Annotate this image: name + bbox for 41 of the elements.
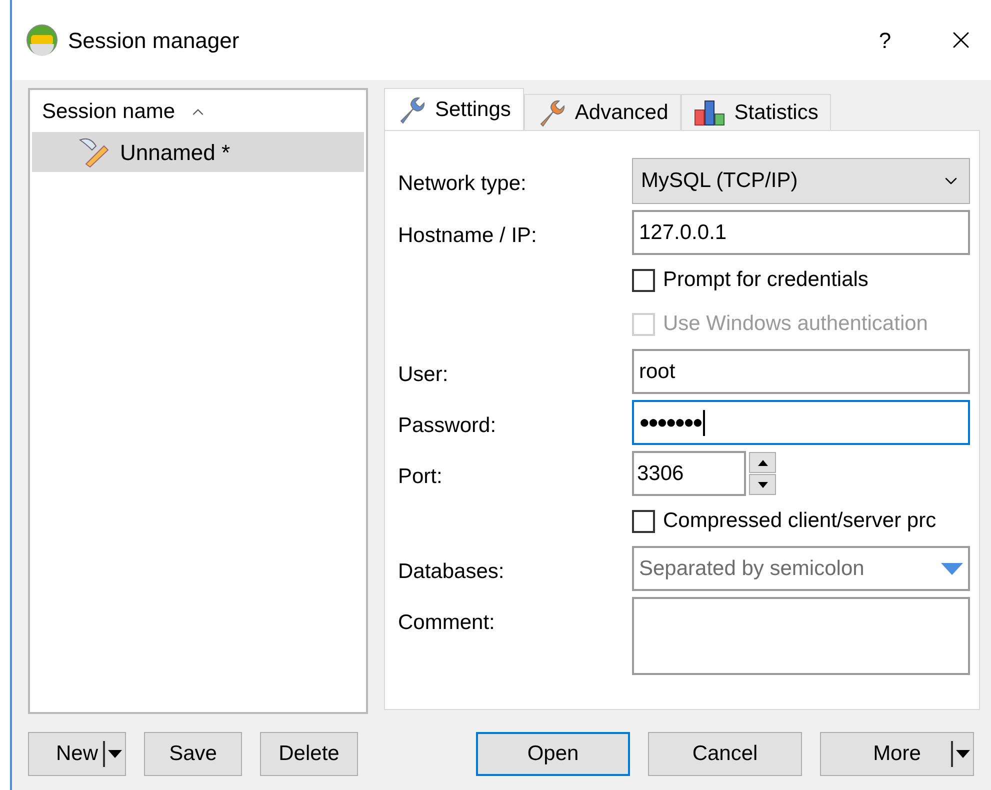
databases-field[interactable]: Separated by semicolon bbox=[632, 546, 970, 591]
field-label: Hostname / IP: bbox=[398, 223, 538, 249]
password-field[interactable]: ●●●●●●● bbox=[632, 400, 970, 445]
dialog-button[interactable]: Open bbox=[476, 732, 630, 776]
field-label: Databases: bbox=[398, 559, 506, 585]
field-label: Network type: bbox=[398, 171, 528, 197]
decrement-button[interactable] bbox=[749, 474, 776, 495]
text-field[interactable]: root bbox=[632, 349, 970, 394]
dialog-button[interactable]: Cancel bbox=[648, 732, 802, 776]
up-triangle-icon bbox=[758, 460, 768, 466]
split-button[interactable]: New bbox=[28, 732, 126, 776]
caret-down-icon bbox=[108, 750, 122, 758]
field-label: Comment: bbox=[398, 610, 496, 636]
dialog-button[interactable]: Delete bbox=[260, 732, 358, 776]
checkbox[interactable] bbox=[632, 268, 655, 292]
checkbox-label: Compressed client/server prc bbox=[663, 508, 936, 534]
split-button[interactable]: More bbox=[820, 732, 974, 776]
help-button[interactable]: ? bbox=[863, 24, 907, 56]
dropdown-triangle-icon bbox=[941, 562, 963, 574]
field-label: User: bbox=[398, 362, 450, 388]
checkbox-label: Use Windows authentication bbox=[663, 311, 928, 338]
dialog-button[interactable]: Save bbox=[144, 732, 242, 776]
app-logo-icon bbox=[26, 24, 58, 56]
window-title: Session manager bbox=[68, 26, 240, 55]
comment-field[interactable] bbox=[632, 597, 970, 675]
text-field[interactable]: 127.0.0.1 bbox=[632, 210, 970, 255]
tab[interactable]: Advanced bbox=[524, 94, 682, 130]
checkbox[interactable] bbox=[632, 510, 655, 532]
field-label: Port: bbox=[398, 464, 444, 490]
bar-chart-icon bbox=[694, 100, 726, 126]
network-type-dropdown[interactable]: MySQL (TCP/IP) bbox=[632, 158, 970, 204]
checkbox-label: Prompt for credentials bbox=[663, 267, 868, 294]
increment-button[interactable] bbox=[749, 452, 776, 473]
column-header[interactable]: Session name bbox=[42, 96, 176, 128]
field-label: Password: bbox=[398, 413, 498, 439]
session-item[interactable]: Unnamed * bbox=[32, 132, 364, 172]
tab[interactable]: Settings bbox=[384, 88, 524, 130]
caret-down-icon bbox=[956, 750, 970, 758]
port-field[interactable]: 3306 bbox=[632, 451, 746, 496]
tab[interactable]: Statistics bbox=[681, 94, 832, 130]
down-triangle-icon bbox=[758, 482, 768, 488]
